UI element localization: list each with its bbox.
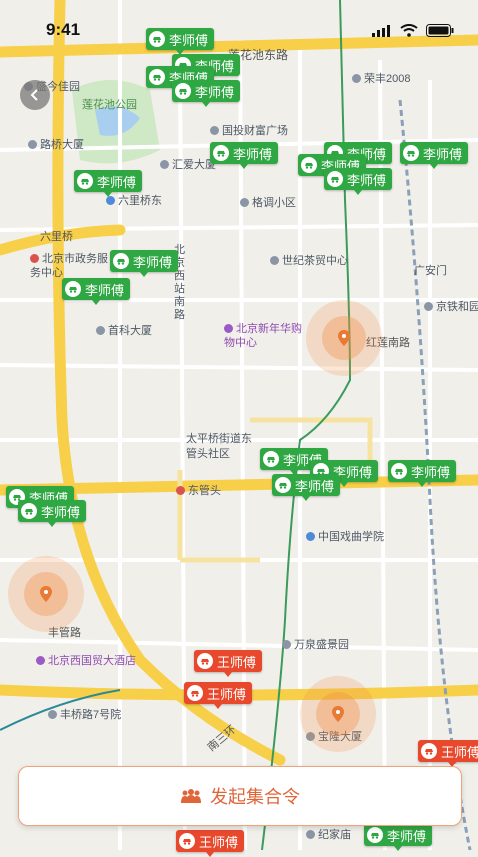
driver-tag[interactable]: 李师傅: [364, 824, 433, 851]
driver-tag[interactable]: 李师傅: [272, 474, 341, 501]
poi-shiji[interactable]: 世纪茶贸中心: [270, 252, 348, 268]
driver-tag[interactable]: 王师傅: [184, 682, 253, 709]
poi-dongguantou[interactable]: 东管头: [176, 482, 221, 498]
car-icon: [421, 743, 437, 759]
driver-tag[interactable]: 李师傅: [172, 80, 241, 107]
driver-tag[interactable]: 李师傅: [62, 278, 131, 305]
car-icon: [301, 157, 317, 173]
poi-shouke[interactable]: 首科大厦: [96, 322, 152, 338]
driver-tag[interactable]: 李师傅: [210, 142, 279, 169]
car-icon: [21, 503, 37, 519]
battery-icon: [426, 24, 454, 37]
driver-tag[interactable]: 王师傅: [418, 740, 478, 767]
location-ring-3[interactable]: [300, 676, 376, 752]
poi-guotou[interactable]: 国投财富广场: [210, 122, 288, 138]
poi-wanquan[interactable]: 万泉盛景园: [282, 636, 349, 652]
poi-jijiamiao[interactable]: 纪家庙: [306, 826, 351, 842]
signal-icon: [372, 24, 390, 37]
poi-jingtie[interactable]: 京铁和园: [424, 298, 478, 314]
car-icon: [179, 833, 195, 849]
status-icons: [372, 24, 454, 37]
car-icon: [187, 685, 203, 701]
poi-zhengwu[interactable]: 北京市政务服务中心: [30, 252, 110, 280]
car-icon: [403, 145, 419, 161]
gather-button-label: 发起集合令: [210, 787, 300, 808]
car-icon: [275, 477, 291, 493]
driver-tag[interactable]: 李师傅: [324, 168, 393, 195]
driver-tag[interactable]: 李师傅: [388, 460, 457, 487]
driver-tag[interactable]: 李师傅: [400, 142, 469, 169]
location-ring-1[interactable]: [306, 300, 382, 376]
poi-xinnianhua[interactable]: 北京新年华购物中心: [224, 322, 304, 350]
car-icon: [327, 171, 343, 187]
poi-fengqiao[interactable]: 丰桥路7号院: [48, 706, 121, 722]
poi-rongfeng[interactable]: 荣丰2008: [352, 70, 410, 86]
driver-tag[interactable]: 李师傅: [18, 500, 87, 527]
location-ring-2[interactable]: [8, 556, 84, 632]
poi-xiqu[interactable]: 中国戏曲学院: [306, 528, 384, 544]
car-icon: [77, 173, 93, 189]
status-time: 9:41: [46, 20, 81, 39]
back-button[interactable]: [20, 80, 50, 110]
status-bar: 9:41: [0, 0, 478, 44]
poi-lianhuachi-park[interactable]: 莲花池公园: [82, 96, 137, 112]
car-icon: [175, 83, 191, 99]
pin-icon: [332, 706, 344, 722]
poi-luqiao[interactable]: 路桥大厦: [28, 136, 84, 152]
pin-icon: [338, 330, 350, 346]
car-icon: [391, 463, 407, 479]
driver-tag[interactable]: 李师傅: [74, 170, 143, 197]
poi-huiai[interactable]: 汇爱大厦: [160, 156, 216, 172]
driver-tag[interactable]: 王师傅: [176, 830, 245, 857]
gather-button[interactable]: 发起集合令: [18, 766, 462, 826]
road-label-liuliqiao: 六里桥: [40, 231, 73, 243]
car-icon: [113, 253, 129, 269]
car-icon: [197, 653, 213, 669]
poi-taipingqiao[interactable]: 太平桥街道东管头社区: [186, 432, 258, 462]
car-icon: [263, 451, 279, 467]
chevron-left-icon: [30, 89, 38, 101]
poi-liuliqiao-east[interactable]: 六里桥东: [106, 192, 162, 208]
pin-icon: [40, 586, 52, 602]
car-icon: [65, 281, 81, 297]
driver-tag[interactable]: 王师傅: [194, 650, 263, 677]
car-icon: [367, 827, 383, 843]
poi-xiguomao[interactable]: 北京西国贸大酒店: [36, 652, 136, 668]
car-icon: [149, 69, 165, 85]
poi-gediao[interactable]: 格调小区: [240, 194, 296, 210]
poi-guanganmen[interactable]: 广安门: [414, 262, 447, 278]
car-icon: [213, 145, 229, 161]
group-icon: [181, 789, 201, 803]
wifi-icon: [400, 24, 418, 37]
driver-tag[interactable]: 李师傅: [110, 250, 179, 277]
